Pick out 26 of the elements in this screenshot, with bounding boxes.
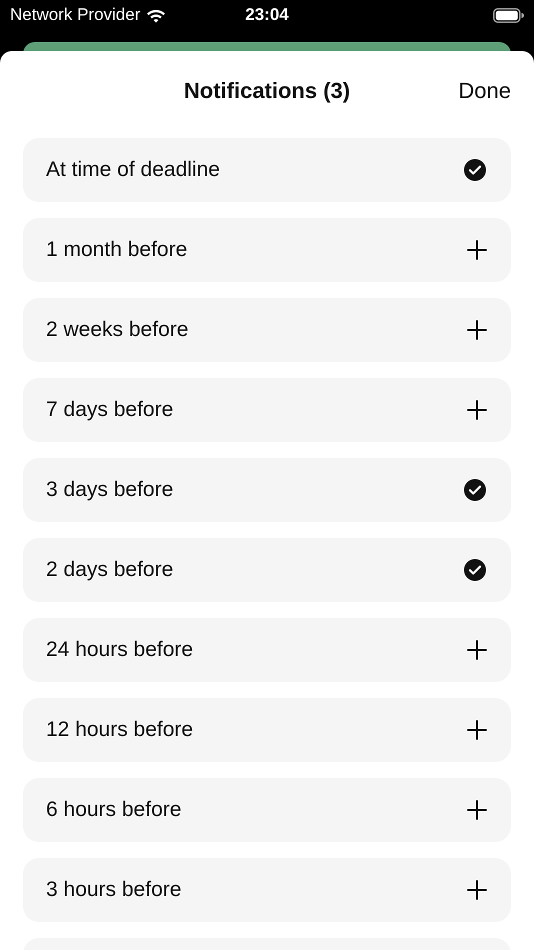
sheet-title: Notifications (3) <box>184 78 350 104</box>
option-label: 2 weeks before <box>46 318 188 342</box>
option-row[interactable]: 6 hours before <box>23 778 511 842</box>
option-label: 12 hours before <box>46 718 194 742</box>
option-label: 3 days before <box>46 478 174 502</box>
option-row[interactable]: 24 hours before <box>23 618 511 682</box>
option-label: 2 days before <box>46 558 174 582</box>
option-row[interactable]: 2 weeks before <box>23 298 511 362</box>
wifi-icon <box>146 8 166 22</box>
option-label: At time of deadline <box>46 158 220 182</box>
option-row[interactable]: 1 month before <box>23 218 511 282</box>
option-row[interactable]: At time of deadline <box>23 138 511 202</box>
option-row[interactable]: 12 hours before <box>23 698 511 762</box>
option-label: 7 days before <box>46 398 174 422</box>
option-label: 3 hours before <box>46 878 182 902</box>
option-row[interactable]: 3 hours before <box>23 858 511 922</box>
carrier-name: Network Provider <box>10 5 140 25</box>
option-row[interactable]: 7 days before <box>23 378 511 442</box>
option-label: 24 hours before <box>46 638 194 662</box>
option-label: 6 hours before <box>46 798 182 822</box>
clock-time: 23:04 <box>245 5 289 25</box>
option-label: 1 month before <box>46 238 188 262</box>
done-button[interactable]: Done <box>458 78 511 104</box>
battery-icon <box>493 8 524 22</box>
option-row[interactable]: 3 days before <box>23 458 511 522</box>
option-row[interactable]: 2 days before <box>23 538 511 602</box>
